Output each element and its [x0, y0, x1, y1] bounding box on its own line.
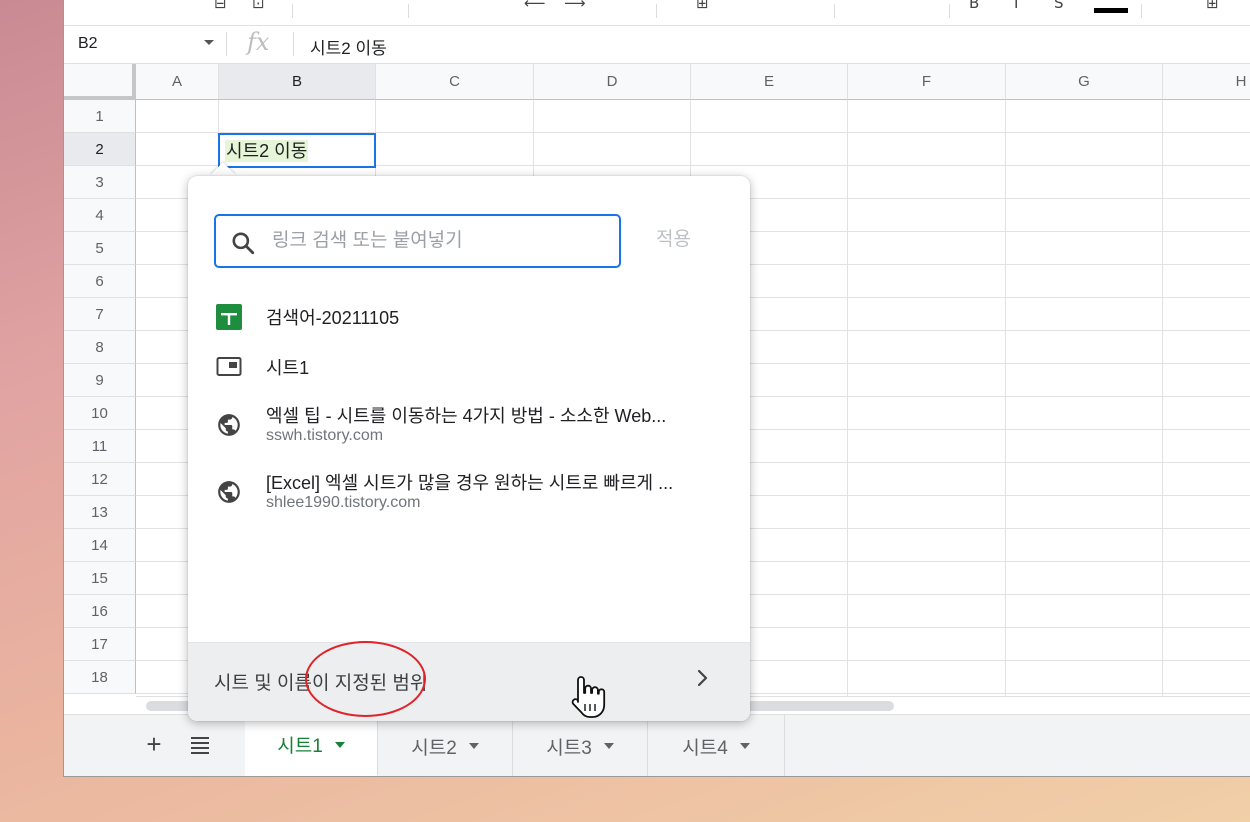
sheet-tab-label: 시트1: [277, 736, 323, 757]
suggestion-item[interactable]: 시트1: [214, 354, 734, 384]
grid-line: [1162, 100, 1163, 696]
insert-link-popup: 적용 검색어-20211105 시트1 엑셀 팁 - 시트를 이동하는 4가지 …: [188, 176, 750, 721]
chevron-down-icon[interactable]: [468, 743, 479, 749]
chevron-down-icon[interactable]: [739, 743, 750, 749]
borders-icon[interactable]: ⊞: [1206, 0, 1219, 12]
row-header[interactable]: 5: [64, 232, 136, 265]
suggestion-title: 시트1: [266, 358, 310, 378]
sheet-tab-bar: + 시트1 시트2 시트3 시트4: [64, 714, 1250, 776]
toolbar-icon[interactable]: ⊡: [252, 0, 265, 12]
column-header-f[interactable]: F: [848, 64, 1006, 100]
suggestion-item[interactable]: 엑셀 팁 - 시트를 이동하는 4가지 방법 - 소소한 Web... sswh…: [214, 402, 734, 452]
strikethrough-icon[interactable]: S: [1054, 0, 1064, 12]
suggestion-title: 검색어-20211105: [266, 308, 400, 328]
add-sheet-button[interactable]: +: [142, 729, 166, 759]
arrow-left-icon[interactable]: ⟵: [524, 0, 546, 12]
toolbar-divider: [656, 4, 657, 18]
toolbar: ⊟ ⊡ ⟵ ⟶ ⊞ B I S ⊞: [64, 0, 1250, 26]
formula-divider: [293, 32, 294, 56]
row-header[interactable]: 17: [64, 628, 136, 661]
column-header-a[interactable]: A: [136, 64, 219, 100]
cell-link-text[interactable]: 시트2 이동: [225, 140, 309, 162]
toolbar-divider: [1141, 4, 1142, 18]
select-all-corner[interactable]: [64, 64, 136, 100]
grid-line: [847, 100, 848, 696]
column-header-h[interactable]: H: [1163, 64, 1250, 100]
formula-input[interactable]: 시트2 이동: [310, 34, 387, 59]
sheet-tab-1[interactable]: 시트1: [245, 715, 378, 776]
text-color-bar[interactable]: [1094, 8, 1128, 13]
link-search-field[interactable]: [214, 214, 621, 268]
chevron-down-icon[interactable]: [603, 743, 614, 749]
sheet-tab-label: 시트3: [546, 737, 592, 759]
row-header[interactable]: 13: [64, 496, 136, 529]
column-header-g[interactable]: G: [1006, 64, 1163, 100]
bold-icon[interactable]: B: [969, 0, 979, 12]
row-header[interactable]: 11: [64, 430, 136, 463]
row-header[interactable]: 18: [64, 661, 136, 694]
sheets-and-named-ranges-row[interactable]: 시트 및 이름이 지정된 범위: [188, 642, 750, 721]
fx-icon: fx: [247, 28, 270, 56]
row-header[interactable]: 14: [64, 529, 136, 562]
globe-icon: [218, 414, 240, 436]
formula-bar: B2 fx 시트2 이동: [64, 26, 1250, 64]
sheet-tab-2[interactable]: 시트2: [378, 715, 513, 776]
row-header[interactable]: 8: [64, 331, 136, 364]
row-header[interactable]: 16: [64, 595, 136, 628]
google-sheets-icon: [216, 304, 242, 330]
suggestion-item[interactable]: 검색어-20211105: [214, 304, 734, 334]
grid-line: [1005, 100, 1006, 696]
row-header[interactable]: 10: [64, 397, 136, 430]
toolbar-icon[interactable]: ⊞: [696, 0, 709, 12]
search-icon: [232, 232, 255, 255]
suggestion-title: 엑셀 팁 - 시트를 이동하는 4가지 방법 - 소소한 Web...: [266, 406, 667, 426]
arrow-right-icon[interactable]: ⟶: [564, 0, 586, 12]
hand-pointer-cursor-icon: [571, 676, 606, 718]
column-header-d[interactable]: D: [534, 64, 691, 100]
row-header[interactable]: 3: [64, 166, 136, 199]
suggestion-title: [Excel] 엑셀 시트가 많을 경우 원하는 시트로 빠르게 ...: [266, 473, 674, 493]
row-header[interactable]: 4: [64, 199, 136, 232]
sheet-tab-3[interactable]: 시트3: [513, 715, 648, 776]
chevron-right-icon: [697, 669, 708, 687]
row-header[interactable]: 2: [64, 133, 136, 166]
name-box[interactable]: B2: [78, 35, 98, 53]
row-header[interactable]: 7: [64, 298, 136, 331]
suggestion-url: shlee1990.tistory.com: [266, 494, 421, 511]
chevron-down-icon[interactable]: [334, 741, 345, 748]
row-header[interactable]: 1: [64, 100, 136, 133]
formula-divider: [226, 32, 227, 56]
row-header[interactable]: 12: [64, 463, 136, 496]
row-header[interactable]: 9: [64, 364, 136, 397]
globe-icon: [218, 481, 240, 503]
column-header-b[interactable]: B: [219, 64, 376, 100]
sheet-tab-icon: [216, 357, 242, 376]
row-header[interactable]: 15: [64, 562, 136, 595]
sheet-tab-label: 시트2: [411, 737, 457, 759]
sheet-tab-label: 시트4: [682, 737, 728, 759]
sheet-tab-4[interactable]: 시트4: [648, 715, 785, 776]
suggestion-item[interactable]: [Excel] 엑셀 시트가 많을 경우 원하는 시트로 빠르게 ... shl…: [214, 469, 734, 519]
annotation-ellipse: [305, 641, 426, 717]
toolbar-icon[interactable]: ⊟: [214, 0, 227, 12]
apply-button[interactable]: 적용: [656, 224, 691, 251]
row-header[interactable]: 6: [64, 265, 136, 298]
toolbar-divider: [834, 4, 835, 18]
link-search-input[interactable]: [270, 228, 600, 254]
all-sheets-menu-icon[interactable]: [191, 737, 209, 757]
suggestion-url: sswh.tistory.com: [266, 427, 384, 444]
toolbar-divider: [408, 4, 409, 18]
column-header-e[interactable]: E: [691, 64, 848, 100]
name-box-dropdown-icon[interactable]: [204, 40, 214, 45]
toolbar-divider: [949, 4, 950, 18]
toolbar-divider: [292, 4, 293, 18]
italic-icon[interactable]: I: [1014, 0, 1018, 12]
active-cell-b2[interactable]: 시트2 이동: [218, 133, 376, 168]
column-header-c[interactable]: C: [376, 64, 534, 100]
